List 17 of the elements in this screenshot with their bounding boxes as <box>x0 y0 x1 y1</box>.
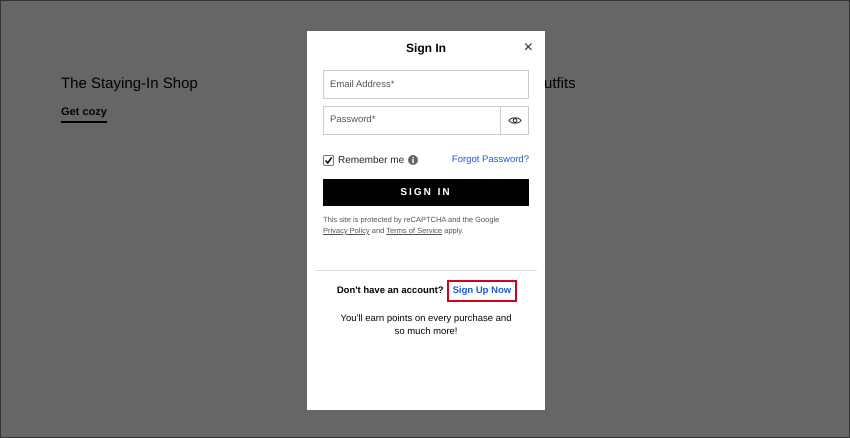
promo-title: utfits <box>544 74 576 94</box>
promo-link[interactable]: Get cozy <box>61 104 107 123</box>
sign-in-button[interactable]: SIGN IN <box>323 179 529 206</box>
info-icon[interactable] <box>408 155 418 165</box>
dialog-title: Sign In <box>406 40 446 57</box>
email-field[interactable]: Email Address* <box>323 70 529 99</box>
password-field[interactable]: Password* <box>323 106 501 135</box>
signup-prompt: Don't have an account? <box>336 284 444 298</box>
eye-icon <box>508 116 522 125</box>
rewards-note: You'll earn points on every purchase and so much more! <box>340 312 512 338</box>
sign-up-link[interactable]: Sign Up Now <box>448 282 516 300</box>
forgot-password-link[interactable]: Forgot Password? <box>452 152 529 168</box>
promo-title: The Staying-In Shop <box>61 74 198 94</box>
checkbox[interactable] <box>323 154 334 166</box>
checkbox-label: Remember me <box>338 154 404 168</box>
close-button[interactable]: × <box>524 40 533 56</box>
show-password-button[interactable] <box>501 106 529 135</box>
